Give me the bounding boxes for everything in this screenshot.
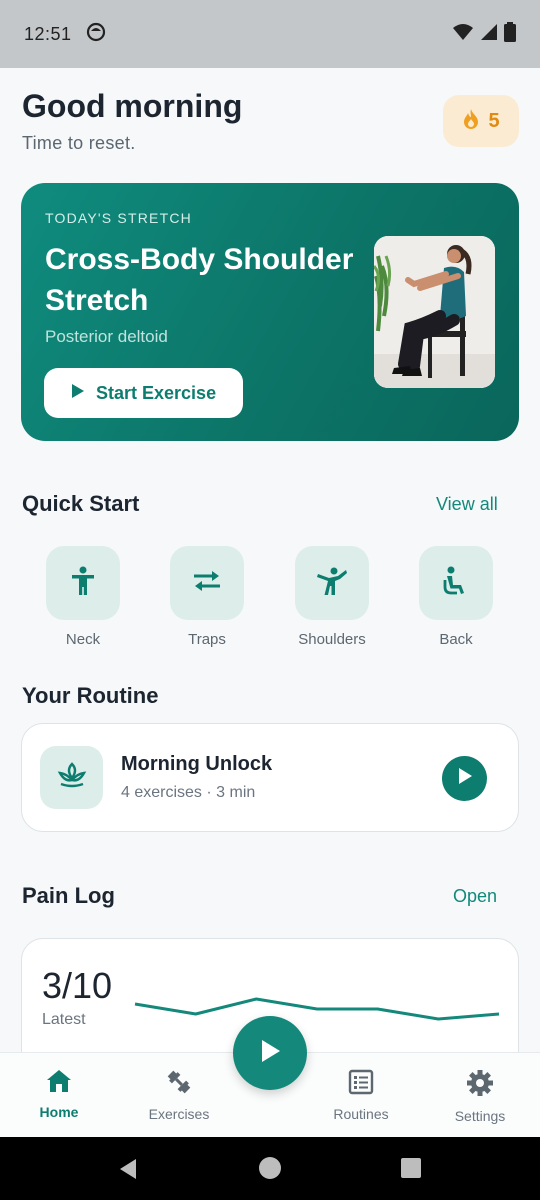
routine-name: Morning Unlock (121, 753, 273, 775)
play-icon (72, 383, 84, 403)
swap-arrows-icon (192, 569, 222, 598)
routine-play-button[interactable] (442, 756, 487, 801)
routine-card[interactable]: Morning Unlock 4 exercises · 3 min (21, 723, 519, 832)
routine-meta: 4 exercises · 3 min (121, 784, 256, 801)
nav-routines[interactable]: Routines (306, 1069, 416, 1122)
quick-start-back[interactable]: Back (408, 546, 504, 648)
person-stretch-icon (316, 566, 348, 601)
flame-icon (462, 108, 480, 135)
status-time: 12:51 (24, 23, 72, 44)
pain-trend-line (134, 997, 500, 1021)
exercise-photo (374, 236, 495, 388)
nav-exercises[interactable]: Exercises (124, 1069, 234, 1122)
streak-badge[interactable]: 5 (443, 95, 519, 147)
pain-trend-chart (134, 997, 500, 1021)
todays-stretch-card[interactable]: TODAY'S STRETCH Cross-Body Shoulder Stre… (21, 183, 519, 441)
quick-start-label: Shoulders (298, 631, 366, 648)
greeting-title: Good morning (22, 88, 243, 124)
app-notification-icon (86, 22, 106, 47)
routine-icon-tile (40, 746, 103, 809)
streak-count: 5 (488, 109, 500, 132)
quick-tile (46, 546, 120, 620)
nav-home[interactable]: Home (4, 1069, 114, 1120)
status-bar: 12:51 (0, 0, 540, 68)
quick-start-traps[interactable]: Traps (159, 546, 255, 648)
nav-routines-label: Routines (333, 1106, 389, 1122)
person-standing-icon (69, 566, 97, 601)
quick-tile (419, 546, 493, 620)
system-navigation-bar (0, 1137, 540, 1200)
quick-start-label: Back (439, 631, 473, 648)
hero-eyebrow: TODAY'S STRETCH (45, 210, 192, 226)
play-icon (260, 1039, 280, 1067)
signal-icon (480, 23, 498, 46)
greeting-subtitle: Time to reset. (22, 133, 136, 153)
quick-start-title: Quick Start (22, 491, 140, 516)
recents-icon[interactable] (401, 1158, 421, 1183)
back-icon[interactable] (118, 1158, 138, 1185)
view-all-link[interactable]: View all (436, 494, 498, 515)
list-icon (348, 1069, 374, 1100)
quick-play-fab[interactable] (233, 1016, 307, 1090)
start-exercise-button[interactable]: Start Exercise (44, 368, 243, 418)
gear-icon (466, 1069, 494, 1102)
home-icon (46, 1069, 72, 1098)
quick-tile (170, 546, 244, 620)
pain-log-title: Pain Log (22, 883, 115, 908)
quick-start-label: Neck (65, 631, 101, 648)
nav-home-label: Home (39, 1104, 79, 1120)
home-circle-icon[interactable] (259, 1157, 281, 1184)
quick-tile (295, 546, 369, 620)
start-exercise-label: Start Exercise (96, 382, 217, 403)
open-pain-log-link[interactable]: Open (453, 886, 497, 907)
hero-title: Cross-Body Shoulder Stretch (45, 243, 354, 317)
pain-latest-value: 3/10 (42, 965, 113, 1006)
quick-start-label: Traps (188, 631, 226, 648)
quick-start-neck[interactable]: Neck (35, 546, 131, 648)
wifi-icon (452, 23, 474, 46)
home-screen: Good morning Time to reset. 5 TODAY'S ST… (0, 68, 540, 1052)
lotus-icon (57, 762, 87, 793)
nav-settings[interactable]: Settings (425, 1069, 535, 1124)
pain-latest-caption: Latest (42, 1011, 86, 1028)
quick-start-shoulders[interactable]: Shoulders (284, 546, 380, 648)
battery-icon (504, 21, 516, 47)
seated-person-icon (442, 566, 470, 601)
hero-subtitle: Posterior deltoid (45, 327, 168, 346)
nav-exercises-label: Exercises (148, 1106, 210, 1122)
dumbbell-icon (165, 1069, 193, 1100)
nav-settings-label: Settings (454, 1108, 506, 1124)
routine-section-title: Your Routine (22, 683, 159, 708)
play-icon (458, 768, 472, 789)
